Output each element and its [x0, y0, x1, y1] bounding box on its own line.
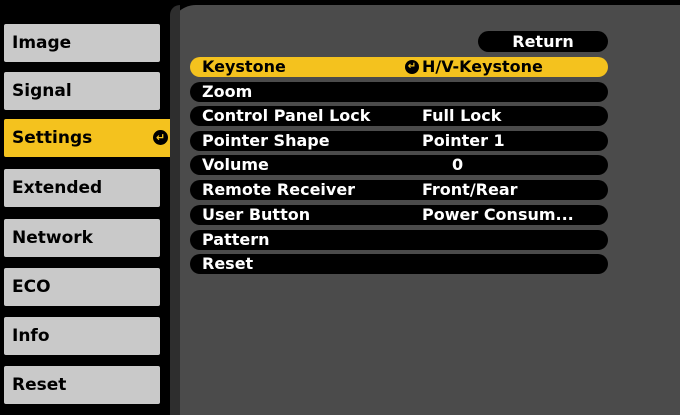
enter-arrow-icon: ↵: [153, 130, 168, 145]
tab-label: Info: [12, 326, 50, 346]
menu-item-value: 0: [452, 155, 464, 174]
menu-item-volume[interactable]: Volume 0: [190, 155, 608, 175]
tab-settings[interactable]: Settings ↵: [4, 119, 176, 157]
menu-item-value: Pointer 1: [422, 131, 505, 150]
return-button[interactable]: Return: [478, 31, 608, 52]
menu-item-label: Control Panel Lock: [202, 106, 371, 125]
tab-label: Extended: [12, 178, 103, 198]
enter-arrow-icon: ↵: [405, 60, 419, 74]
menu-item-value: ↵ H/V-Keystone: [405, 57, 543, 77]
tab-label: ECO: [12, 277, 51, 297]
menu-item-pattern[interactable]: Pattern: [190, 230, 608, 250]
menu-item-remote-receiver[interactable]: Remote Receiver Front/Rear: [190, 180, 608, 200]
tab-label: Reset: [12, 375, 67, 395]
menu-item-label: Pattern: [202, 230, 270, 249]
tab-reset[interactable]: Reset: [4, 366, 160, 404]
menu-item-value: Full Lock: [422, 106, 502, 125]
menu-item-value: Power Consum...: [422, 205, 574, 224]
menu-item-user-button[interactable]: User Button Power Consum...: [190, 205, 608, 225]
panel-edge: [170, 5, 180, 415]
menu-item-keystone[interactable]: Keystone ↵ H/V-Keystone: [190, 57, 608, 77]
menu-item-zoom[interactable]: Zoom: [190, 82, 608, 102]
return-label: Return: [512, 32, 574, 51]
menu-item-value: Front/Rear: [422, 180, 518, 199]
tab-extended[interactable]: Extended: [4, 169, 160, 207]
tab-eco[interactable]: ECO: [4, 268, 160, 306]
menu-item-value-text: H/V-Keystone: [422, 57, 543, 76]
menu-item-reset[interactable]: Reset: [190, 254, 608, 274]
tab-image[interactable]: Image: [4, 24, 160, 62]
menu-item-label: Reset: [202, 254, 254, 273]
menu-item-label: Pointer Shape: [202, 131, 330, 150]
menu-item-pointer-shape[interactable]: Pointer Shape Pointer 1: [190, 131, 608, 151]
menu-item-control-panel-lock[interactable]: Control Panel Lock Full Lock: [190, 106, 608, 126]
tab-label: Network: [12, 228, 93, 248]
tab-network[interactable]: Network: [4, 219, 160, 257]
menu-item-label: Remote Receiver: [202, 180, 356, 199]
tab-label: Image: [12, 33, 72, 53]
menu-item-label: Zoom: [202, 82, 253, 101]
menu-item-label: Keystone: [202, 57, 286, 76]
tab-info[interactable]: Info: [4, 317, 160, 355]
tab-label: Signal: [12, 81, 72, 101]
tab-label: Settings: [12, 128, 93, 148]
menu-item-label: User Button: [202, 205, 311, 224]
tab-signal[interactable]: Signal: [4, 72, 160, 110]
menu-item-label: Volume: [202, 155, 269, 174]
